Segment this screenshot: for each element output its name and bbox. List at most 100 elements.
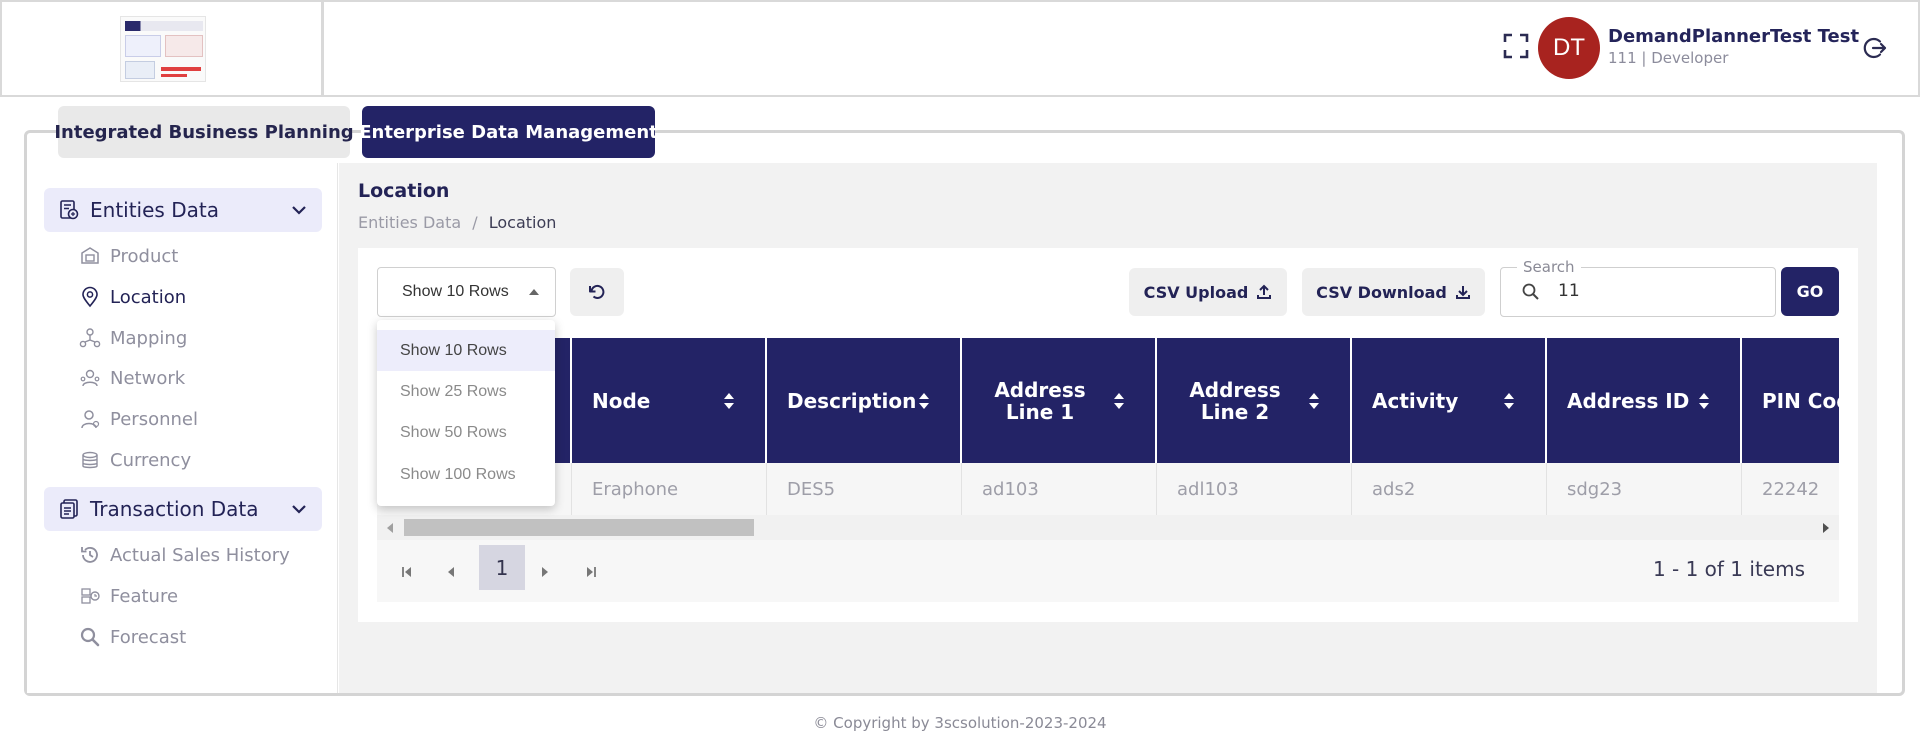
table-cell: sdg23 — [1547, 463, 1742, 515]
caret-up-icon — [529, 289, 539, 295]
sort-icon[interactable] — [1503, 392, 1515, 410]
column-header-pin-code[interactable]: PIN Code — [1742, 338, 1839, 463]
table-cell: ad103 — [962, 463, 1157, 515]
table-cell: adl103 — [1157, 463, 1352, 515]
sidebar: Entities Data Product Location Mapping N… — [27, 163, 338, 693]
data-table: Node Description Address Line 1 Address … — [377, 338, 1839, 540]
sidebar-item-currency[interactable]: Currency — [79, 445, 191, 475]
column-header-node[interactable]: Node — [572, 338, 767, 463]
column-label: PIN Code — [1762, 388, 1839, 413]
prev-page-button[interactable] — [433, 554, 469, 590]
scroll-right-icon[interactable] — [1823, 523, 1829, 533]
company-logo[interactable] — [120, 16, 206, 82]
tab-integrated-business-planning[interactable]: Integrated Business Planning — [54, 106, 354, 158]
rows-per-page-select[interactable]: Show 10 Rows — [377, 267, 556, 317]
scrollbar-thumb[interactable] — [404, 519, 754, 536]
refresh-icon — [589, 284, 605, 299]
footer-copyright: © Copyright by 3scsolution-2023-2024 — [813, 714, 1107, 732]
refresh-button[interactable] — [570, 268, 624, 316]
table-cell: DES5 — [767, 463, 962, 515]
entities-icon — [60, 200, 79, 220]
logo-area — [2, 2, 324, 95]
sidebar-item-mapping[interactable]: Mapping — [79, 323, 187, 353]
column-header-address-line-2[interactable]: Address Line 2 — [1157, 338, 1352, 463]
go-button[interactable]: GO — [1781, 267, 1839, 316]
sidebar-item-network[interactable]: Network — [79, 363, 185, 393]
sort-icon[interactable] — [1698, 392, 1710, 410]
prev-page-icon — [448, 567, 454, 577]
fullscreen-icon[interactable] — [1503, 33, 1529, 59]
breadcrumb-link-entities-data[interactable]: Entities Data — [358, 213, 461, 232]
pagination: 1 1 - 1 of 1 items — [377, 540, 1839, 602]
column-header-description[interactable]: Description — [767, 338, 962, 463]
sidebar-item-feature[interactable]: Feature — [79, 581, 178, 611]
table-cell: ads2 — [1352, 463, 1547, 515]
forecast-search-icon — [80, 627, 100, 647]
sidebar-group-label: Transaction Data — [90, 497, 259, 521]
sidebar-group-transaction-data[interactable]: Transaction Data — [44, 487, 322, 531]
avatar[interactable]: DT — [1538, 17, 1600, 79]
user-role: 111 | Developer — [1608, 49, 1729, 67]
csv-upload-button[interactable]: CSV Upload — [1129, 268, 1287, 316]
sidebar-item-personnel[interactable]: Personnel — [79, 404, 198, 434]
rows-select-value: Show 10 Rows — [402, 283, 509, 300]
csv-upload-label: CSV Upload — [1143, 282, 1249, 302]
chevron-down-icon[interactable] — [290, 201, 308, 219]
next-page-button[interactable] — [527, 554, 563, 590]
download-icon — [1455, 286, 1470, 299]
chevron-down-icon[interactable] — [290, 500, 308, 518]
transaction-icon — [60, 499, 78, 519]
column-header-address-id[interactable]: Address ID — [1547, 338, 1742, 463]
csv-download-button[interactable]: CSV Download — [1302, 268, 1485, 316]
pagination-info: 1 - 1 of 1 items — [1652, 557, 1805, 581]
table-row[interactable]: Eraphone DES5 ad103 adl103 ads2 sdg23 22… — [377, 463, 1839, 515]
search-icon — [1522, 283, 1539, 300]
feature-icon — [81, 588, 100, 604]
mapping-icon — [79, 328, 101, 348]
search-value[interactable]: 11 — [1558, 281, 1580, 301]
rows-option-50[interactable]: Show 50 Rows — [377, 412, 555, 453]
last-page-button[interactable] — [573, 554, 609, 590]
sort-icon[interactable] — [1113, 392, 1125, 410]
sidebar-item-label: Forecast — [110, 626, 187, 648]
last-page-icon — [587, 567, 596, 577]
column-label: Address ID — [1567, 388, 1690, 413]
sidebar-item-forecast[interactable]: Forecast — [79, 622, 186, 652]
history-icon — [81, 547, 98, 563]
rows-option-10[interactable]: Show 10 Rows — [377, 330, 555, 371]
scroll-left-icon[interactable] — [387, 523, 393, 533]
sort-icon[interactable] — [918, 392, 930, 410]
sort-icon[interactable] — [1308, 392, 1320, 410]
sidebar-item-product[interactable]: Product — [79, 241, 178, 271]
product-icon — [81, 247, 99, 264]
sidebar-item-label: Feature — [110, 585, 179, 607]
column-label: Address Line 2 — [1189, 377, 1281, 424]
first-page-icon — [402, 567, 411, 577]
rows-option-25[interactable]: Show 25 Rows — [377, 371, 555, 412]
rows-option-100[interactable]: Show 100 Rows — [377, 454, 555, 495]
upload-icon — [1257, 284, 1272, 299]
logout-icon[interactable] — [1862, 35, 1888, 61]
column-header-address-line-1[interactable]: Address Line 1 — [962, 338, 1157, 463]
sidebar-group-entities-data[interactable]: Entities Data — [44, 188, 322, 232]
horizontal-scrollbar[interactable] — [377, 515, 1839, 540]
search-label: Search — [1517, 258, 1581, 276]
table-cell: 22242 — [1742, 463, 1839, 515]
tab-enterprise-data-management[interactable]: Enterprise Data Management — [359, 106, 658, 158]
breadcrumb-separator: / — [472, 213, 478, 232]
currency-icon — [82, 451, 98, 469]
sidebar-item-location[interactable]: Location — [79, 282, 186, 312]
personnel-icon — [81, 410, 100, 429]
page-number-current[interactable]: 1 — [479, 545, 525, 590]
sidebar-item-label: Mapping — [110, 327, 188, 349]
column-label: Activity — [1372, 388, 1459, 413]
sidebar-item-actual-sales-history[interactable]: Actual Sales History — [79, 540, 290, 570]
location-pin-icon — [82, 286, 98, 308]
sort-icon[interactable] — [723, 392, 735, 410]
column-header-activity[interactable]: Activity — [1352, 338, 1547, 463]
sidebar-group-label: Entities Data — [90, 198, 219, 222]
first-page-button[interactable] — [389, 554, 425, 590]
sidebar-item-label: Product — [110, 245, 179, 267]
sidebar-item-label: Actual Sales History — [110, 544, 290, 566]
table-cell: Eraphone — [572, 463, 767, 515]
